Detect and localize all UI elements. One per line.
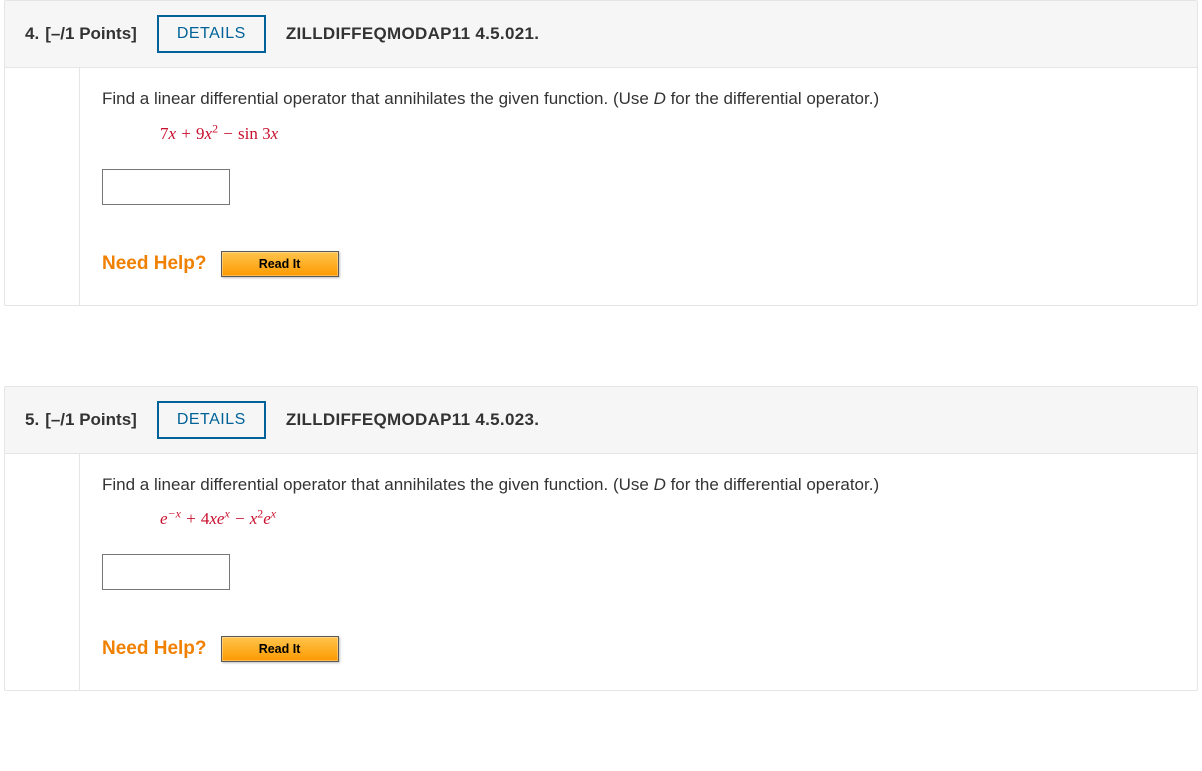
read-it-button[interactable]: Read It <box>221 636 339 662</box>
need-help-label: Need Help? <box>102 638 207 660</box>
question-header: 5. [–/1 Points] DETAILS ZILLDIFFEQMODAP11… <box>5 387 1197 454</box>
details-button[interactable]: DETAILS <box>157 15 266 53</box>
read-it-button[interactable]: Read It <box>221 251 339 277</box>
question-body: Find a linear differential operator that… <box>79 454 1197 691</box>
answer-input[interactable] <box>102 554 230 590</box>
question-body: Find a linear differential operator that… <box>79 68 1197 305</box>
details-button[interactable]: DETAILS <box>157 401 266 439</box>
question-points: [–/1 Points] <box>45 410 137 430</box>
question-reference: ZILLDIFFEQMODAP11 4.5.021. <box>286 24 539 44</box>
help-row: Need Help? Read It <box>102 251 1175 277</box>
question-expression: 7x + 9x2 − sin 3x <box>160 120 1175 147</box>
question-number: 4. <box>25 24 39 44</box>
question-heading: 5. [–/1 Points] <box>25 410 137 430</box>
question-reference: ZILLDIFFEQMODAP11 4.5.023. <box>286 410 539 430</box>
question-number: 5. <box>25 410 39 430</box>
question-box: 5. [–/1 Points] DETAILS ZILLDIFFEQMODAP11… <box>4 386 1198 692</box>
question-expression: e−x + 4xex − x2ex <box>160 505 1175 532</box>
question-prompt: Find a linear differential operator that… <box>102 472 1175 498</box>
answer-input[interactable] <box>102 169 230 205</box>
help-row: Need Help? Read It <box>102 636 1175 662</box>
question-prompt: Find a linear differential operator that… <box>102 86 1175 112</box>
question-heading: 4. [–/1 Points] <box>25 24 137 44</box>
question-header: 4. [–/1 Points] DETAILS ZILLDIFFEQMODAP11… <box>5 1 1197 68</box>
question-points: [–/1 Points] <box>45 24 137 44</box>
question-box: 4. [–/1 Points] DETAILS ZILLDIFFEQMODAP11… <box>4 0 1198 306</box>
need-help-label: Need Help? <box>102 253 207 275</box>
